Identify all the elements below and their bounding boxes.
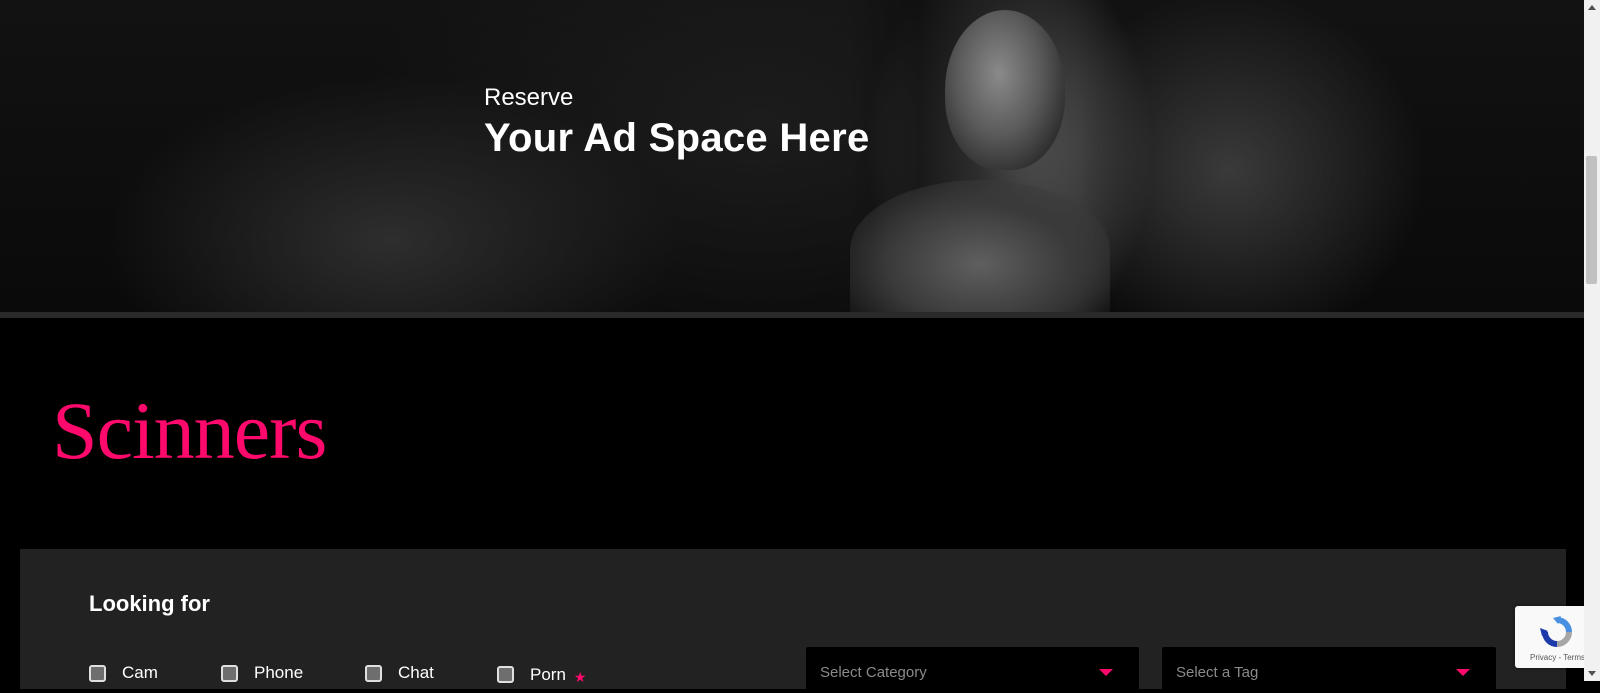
hero-kicker: Reserve	[484, 84, 574, 111]
tag-select[interactable]: Select a Tag	[1162, 647, 1496, 693]
search-panel: Looking for Cam Phone Chat Porn ★ Select…	[20, 549, 1566, 693]
option-chat-checkbox[interactable]: Chat	[365, 663, 434, 683]
star-icon: ★	[573, 669, 587, 685]
brand-logo-text[interactable]: Scinners	[52, 390, 327, 472]
hero-image-face	[945, 10, 1065, 170]
hero-divider	[0, 312, 1584, 318]
option-phone-label: Phone	[254, 663, 304, 682]
page-scrollbar[interactable]	[1584, 0, 1600, 681]
option-porn-label: Porn	[530, 664, 566, 684]
option-chat-label: Chat	[398, 663, 434, 682]
option-phone-checkbox[interactable]: Phone	[221, 663, 303, 683]
scroll-down-arrow-icon[interactable]	[1588, 671, 1596, 676]
hero-headline: Your Ad Space Here	[484, 116, 870, 160]
scroll-up-arrow-icon[interactable]	[1588, 5, 1596, 10]
option-cam-label: Cam	[122, 663, 158, 682]
option-porn-checkbox[interactable]: Porn ★	[497, 663, 586, 686]
hero-image-body	[850, 180, 1110, 312]
option-cam-checkbox[interactable]: Cam	[89, 663, 158, 683]
caret-down-icon	[1099, 669, 1113, 676]
checkbox-box[interactable]	[365, 664, 382, 682]
checkbox-box[interactable]	[89, 664, 106, 682]
category-select[interactable]: Select Category	[806, 647, 1139, 693]
scrollbar-thumb[interactable]	[1586, 156, 1597, 284]
caret-down-icon	[1456, 669, 1470, 676]
checkbox-box[interactable]	[221, 664, 238, 682]
hero-banner[interactable]: Reserve Your Ad Space Here	[0, 0, 1584, 312]
checkbox-box[interactable]	[497, 666, 514, 683]
search-panel-title: Looking for	[89, 591, 210, 616]
recaptcha-icon	[1540, 616, 1572, 647]
tag-select-placeholder: Select a Tag	[1176, 664, 1259, 681]
category-select-placeholder: Select Category	[820, 664, 927, 681]
